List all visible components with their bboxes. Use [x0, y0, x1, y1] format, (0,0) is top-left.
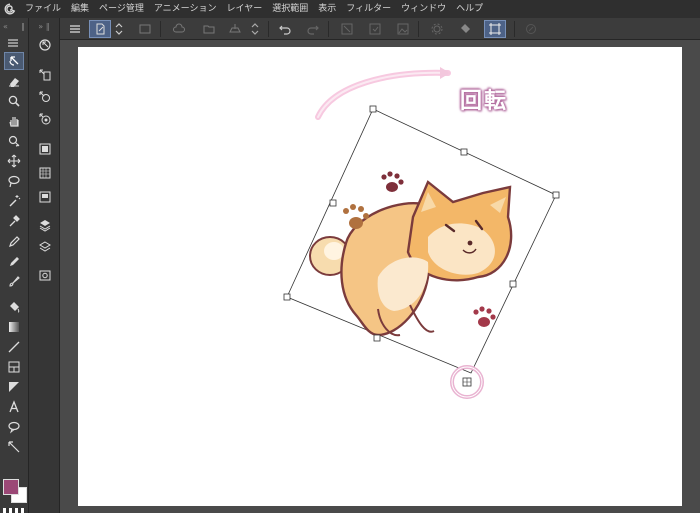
- menu-edit[interactable]: 編集: [66, 0, 94, 18]
- fill-bucket-cmd-icon[interactable]: [456, 20, 474, 38]
- tool-palette: « ∥: [0, 18, 29, 513]
- handle-right: [552, 191, 560, 199]
- rotate-subtool-icon[interactable]: [35, 110, 55, 128]
- navigator-icon[interactable]: [35, 188, 55, 206]
- handle-right-mid: [509, 280, 517, 288]
- gradient-icon[interactable]: [4, 318, 24, 336]
- paw-print-red-top: [381, 171, 404, 192]
- operation-tool-icon[interactable]: [4, 52, 24, 70]
- app-window: ファイル 編集 ページ管理 アニメーション レイヤー 選択範囲 表示 フィルター…: [0, 0, 700, 513]
- collapse-icon[interactable]: «: [3, 22, 8, 31]
- lasso-icon[interactable]: [4, 172, 24, 190]
- artwork-layer: [283, 67, 560, 399]
- line-icon[interactable]: [4, 338, 24, 356]
- palette-menu-icon[interactable]: [3, 34, 23, 52]
- object-select-icon[interactable]: [4, 132, 24, 150]
- balloon-icon[interactable]: [4, 418, 24, 436]
- eyedropper-icon[interactable]: [4, 212, 24, 230]
- menu-view[interactable]: 表示: [313, 0, 341, 18]
- workspace: 回転: [60, 40, 700, 513]
- layer-property-icon[interactable]: [35, 238, 55, 256]
- hamburger-menu-icon[interactable]: [66, 20, 84, 38]
- gear-icon[interactable]: [428, 20, 446, 38]
- spinner-arrows-icon[interactable]: [114, 20, 124, 38]
- menu-selection[interactable]: 選択範囲: [267, 0, 313, 18]
- color-chips: [2, 478, 28, 504]
- menu-bar: ファイル 編集 ページ管理 アニメーション レイヤー 選択範囲 表示 フィルター…: [0, 0, 700, 18]
- menu-filter[interactable]: フィルター: [341, 0, 396, 18]
- hand-icon[interactable]: [4, 112, 24, 130]
- handle-left: [283, 293, 291, 301]
- move-icon[interactable]: [4, 152, 24, 170]
- pencil-icon[interactable]: [4, 252, 24, 270]
- layer-stack-icon[interactable]: [35, 216, 55, 234]
- transparent-color-swatch[interactable]: [3, 508, 25, 513]
- fill-selection-icon[interactable]: [366, 20, 384, 38]
- handle-bottom-mid: [373, 334, 381, 342]
- magic-wand-icon[interactable]: [4, 192, 24, 210]
- subtool-palette: » ∥: [29, 18, 60, 513]
- menu-animation[interactable]: アニメーション: [149, 0, 222, 18]
- correct-line-icon[interactable]: [4, 438, 24, 456]
- brush-icon[interactable]: [4, 272, 24, 290]
- object-subtool-icon[interactable]: [35, 36, 55, 54]
- redo-icon[interactable]: [304, 20, 322, 38]
- undo-icon[interactable]: [276, 20, 294, 38]
- foreground-color-swatch[interactable]: [3, 479, 19, 495]
- capture-icon[interactable]: [35, 266, 55, 284]
- zoom-icon[interactable]: [4, 92, 24, 110]
- pin-icon[interactable]: [522, 20, 540, 38]
- ruler-icon[interactable]: [4, 378, 24, 396]
- subtool-palette-header: » ∥: [29, 18, 59, 34]
- new-document-icon[interactable]: [89, 20, 111, 38]
- grip-icon[interactable]: ∥: [21, 22, 25, 31]
- fill-bucket-icon[interactable]: [4, 298, 24, 316]
- command-bar: [60, 18, 700, 40]
- paw-print-red-bottom: [473, 306, 496, 327]
- layer-select-subtool-icon[interactable]: [35, 66, 55, 84]
- menu-help[interactable]: ヘルプ: [451, 0, 488, 18]
- open-folder-icon[interactable]: [200, 20, 218, 38]
- frame-border-icon[interactable]: [4, 358, 24, 376]
- menu-window[interactable]: ウィンドウ: [396, 0, 451, 18]
- transform-icon[interactable]: [484, 20, 506, 38]
- spinner-arrows-icon-2[interactable]: [250, 20, 260, 38]
- handle-left-mid: [329, 199, 337, 207]
- menu-page[interactable]: ページ管理: [94, 0, 149, 18]
- handle-top: [369, 105, 377, 113]
- layer-panel-icon[interactable]: [35, 140, 55, 158]
- window-icon[interactable]: [136, 20, 154, 38]
- layer-move-subtool-icon[interactable]: [35, 88, 55, 106]
- text-icon[interactable]: [4, 398, 24, 416]
- menu-file[interactable]: ファイル: [20, 0, 66, 18]
- app-logo-icon[interactable]: [0, 0, 20, 18]
- handle-top-right-mid: [460, 148, 468, 156]
- cloud-icon[interactable]: [170, 20, 188, 38]
- save-icon[interactable]: [226, 20, 244, 38]
- eraser-icon[interactable]: [4, 72, 24, 90]
- material-icon[interactable]: [35, 164, 55, 182]
- expand-icon[interactable]: » ∥: [38, 22, 49, 31]
- pen-icon[interactable]: [4, 232, 24, 250]
- menu-layer[interactable]: レイヤー: [222, 0, 268, 18]
- canvas[interactable]: 回転: [78, 47, 682, 506]
- rotate-annotation-label: 回転: [460, 89, 509, 114]
- shiba-dog-illustration: [309, 180, 513, 337]
- clear-icon[interactable]: [338, 20, 356, 38]
- tool-palette-header: « ∥: [0, 18, 28, 34]
- image-icon[interactable]: [394, 20, 412, 38]
